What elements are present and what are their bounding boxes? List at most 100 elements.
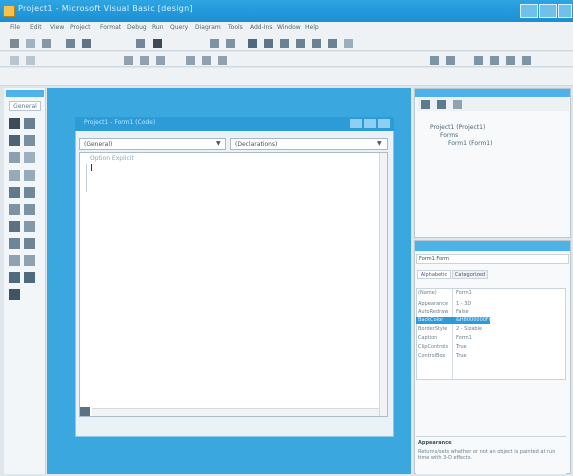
property-name-selected[interactable]: BackColor	[418, 316, 443, 324]
form-layout-icon[interactable]	[328, 39, 337, 48]
view-code-icon[interactable]	[421, 100, 430, 109]
code-window-maximize-button[interactable]	[364, 119, 376, 128]
properties-tab-alphabetic[interactable]: Alphabetic	[417, 270, 451, 279]
procedure-combo-chevron-down-icon[interactable]: ▼	[377, 140, 382, 147]
break-icon[interactable]	[264, 39, 273, 48]
menu-addins[interactable]: Add-Ins	[250, 24, 272, 31]
menu-debug[interactable]: Debug	[127, 24, 147, 31]
maximize-button[interactable]	[539, 4, 557, 18]
label-tool-icon[interactable]	[9, 135, 20, 146]
view-object-icon[interactable]	[437, 100, 446, 109]
align-right-icon[interactable]	[156, 56, 165, 65]
project-tree-root[interactable]: Project1 (Project1)	[430, 124, 485, 131]
save-icon[interactable]	[82, 39, 91, 48]
pointer-tool-icon[interactable]	[9, 118, 20, 129]
object-browser-icon[interactable]	[344, 39, 353, 48]
undo-icon[interactable]	[210, 39, 219, 48]
vscrollbar-tool-icon[interactable]	[24, 204, 35, 215]
image-tool-icon[interactable]	[9, 272, 20, 283]
ole-tool-icon[interactable]	[9, 289, 20, 300]
align-left-icon[interactable]	[124, 56, 133, 65]
frame-tool-icon[interactable]	[9, 152, 20, 163]
send-back-icon[interactable]	[202, 56, 211, 65]
hscrollbar-tool-icon[interactable]	[9, 204, 20, 215]
property-value[interactable]: False	[456, 308, 469, 316]
project-tree-form[interactable]: Form1 (Form1)	[448, 140, 492, 147]
property-name[interactable]: Caption	[418, 334, 437, 342]
project-tree-folder[interactable]: Forms	[440, 132, 458, 139]
data-tool-icon[interactable]	[24, 272, 35, 283]
uncomment-icon[interactable]	[446, 56, 455, 65]
next-bookmark-icon[interactable]	[490, 56, 499, 65]
property-name[interactable]: AutoRedraw	[418, 308, 448, 316]
code-window-minimize-button[interactable]	[350, 119, 362, 128]
property-name[interactable]: BorderStyle	[418, 325, 447, 333]
menu-file[interactable]: File	[10, 24, 20, 31]
property-name[interactable]: ControlBox	[418, 352, 445, 360]
lock-controls-icon[interactable]	[218, 56, 227, 65]
filelistbox-tool-icon[interactable]	[24, 238, 35, 249]
menu-help[interactable]: Help	[305, 24, 319, 31]
shape-tool-icon[interactable]	[9, 255, 20, 266]
commandbutton-tool-icon[interactable]	[24, 152, 35, 163]
menu-view[interactable]: View	[50, 24, 64, 31]
line-tool-icon[interactable]	[24, 255, 35, 266]
dirlistbox-tool-icon[interactable]	[9, 238, 20, 249]
properties-tab-categorized[interactable]: Categorized	[452, 270, 488, 279]
code-window-close-button[interactable]	[378, 119, 390, 128]
toolbox-tab-general[interactable]: General	[9, 101, 41, 111]
open-icon[interactable]	[66, 39, 75, 48]
textbox-tool-icon[interactable]	[24, 135, 35, 146]
menu-editor-icon[interactable]	[42, 39, 51, 48]
stop-icon[interactable]	[280, 39, 289, 48]
properties-object-combo[interactable]: Form1 Form	[416, 254, 569, 264]
menu-diagram[interactable]: Diagram	[195, 24, 221, 31]
cut-icon[interactable]	[136, 39, 145, 48]
combobox-tool-icon[interactable]	[9, 187, 20, 198]
object-combo[interactable]: (General)	[79, 138, 226, 150]
timer-tool-icon[interactable]	[9, 221, 20, 232]
property-value[interactable]: 1 - 3D	[456, 300, 471, 308]
menu-format[interactable]: Format	[100, 24, 121, 31]
outdent-icon[interactable]	[26, 56, 35, 65]
drivelistbox-tool-icon[interactable]	[24, 221, 35, 232]
checkbox-tool-icon[interactable]	[9, 170, 20, 181]
property-name[interactable]: ClipControls	[418, 343, 448, 351]
code-editor[interactable]	[79, 152, 388, 417]
property-value[interactable]: Form1	[456, 334, 472, 342]
object-combo-chevron-down-icon[interactable]: ▼	[216, 140, 221, 147]
procedure-combo[interactable]: (Declarations)	[230, 138, 388, 150]
optionbutton-tool-icon[interactable]	[24, 170, 35, 181]
bookmark-icon[interactable]	[474, 56, 483, 65]
comment-icon[interactable]	[430, 56, 439, 65]
run-icon[interactable]	[248, 39, 257, 48]
properties-window-icon[interactable]	[312, 39, 321, 48]
prev-bookmark-icon[interactable]	[506, 56, 515, 65]
picturebox-tool-icon[interactable]	[24, 118, 35, 129]
menu-project[interactable]: Project	[70, 24, 91, 31]
project-explorer-icon[interactable]	[296, 39, 305, 48]
property-value[interactable]: True	[456, 352, 467, 360]
property-value-selected[interactable]: &H8000000F&	[456, 316, 493, 324]
align-center-icon[interactable]	[140, 56, 149, 65]
copy-icon[interactable]	[153, 39, 162, 48]
add-form-icon[interactable]	[26, 39, 35, 48]
close-button[interactable]	[558, 4, 572, 18]
toggle-folders-icon[interactable]	[453, 100, 462, 109]
property-value[interactable]: 2 - Sizable	[456, 325, 482, 333]
procedure-view-icon[interactable]	[80, 407, 90, 416]
property-name[interactable]: Appearance	[418, 300, 448, 308]
menu-window[interactable]: Window	[277, 24, 301, 31]
menu-tools[interactable]: Tools	[228, 24, 243, 31]
horizontal-scrollbar[interactable]	[92, 408, 379, 416]
add-project-icon[interactable]	[10, 39, 19, 48]
menu-query[interactable]: Query	[170, 24, 188, 31]
minimize-button[interactable]	[520, 4, 538, 18]
property-value[interactable]: True	[456, 343, 467, 351]
vertical-scrollbar[interactable]	[379, 153, 387, 416]
menu-edit[interactable]: Edit	[30, 24, 42, 31]
indent-icon[interactable]	[10, 56, 19, 65]
clear-bookmarks-icon[interactable]	[522, 56, 531, 65]
menu-run[interactable]: Run	[152, 24, 164, 31]
redo-icon[interactable]	[226, 39, 235, 48]
